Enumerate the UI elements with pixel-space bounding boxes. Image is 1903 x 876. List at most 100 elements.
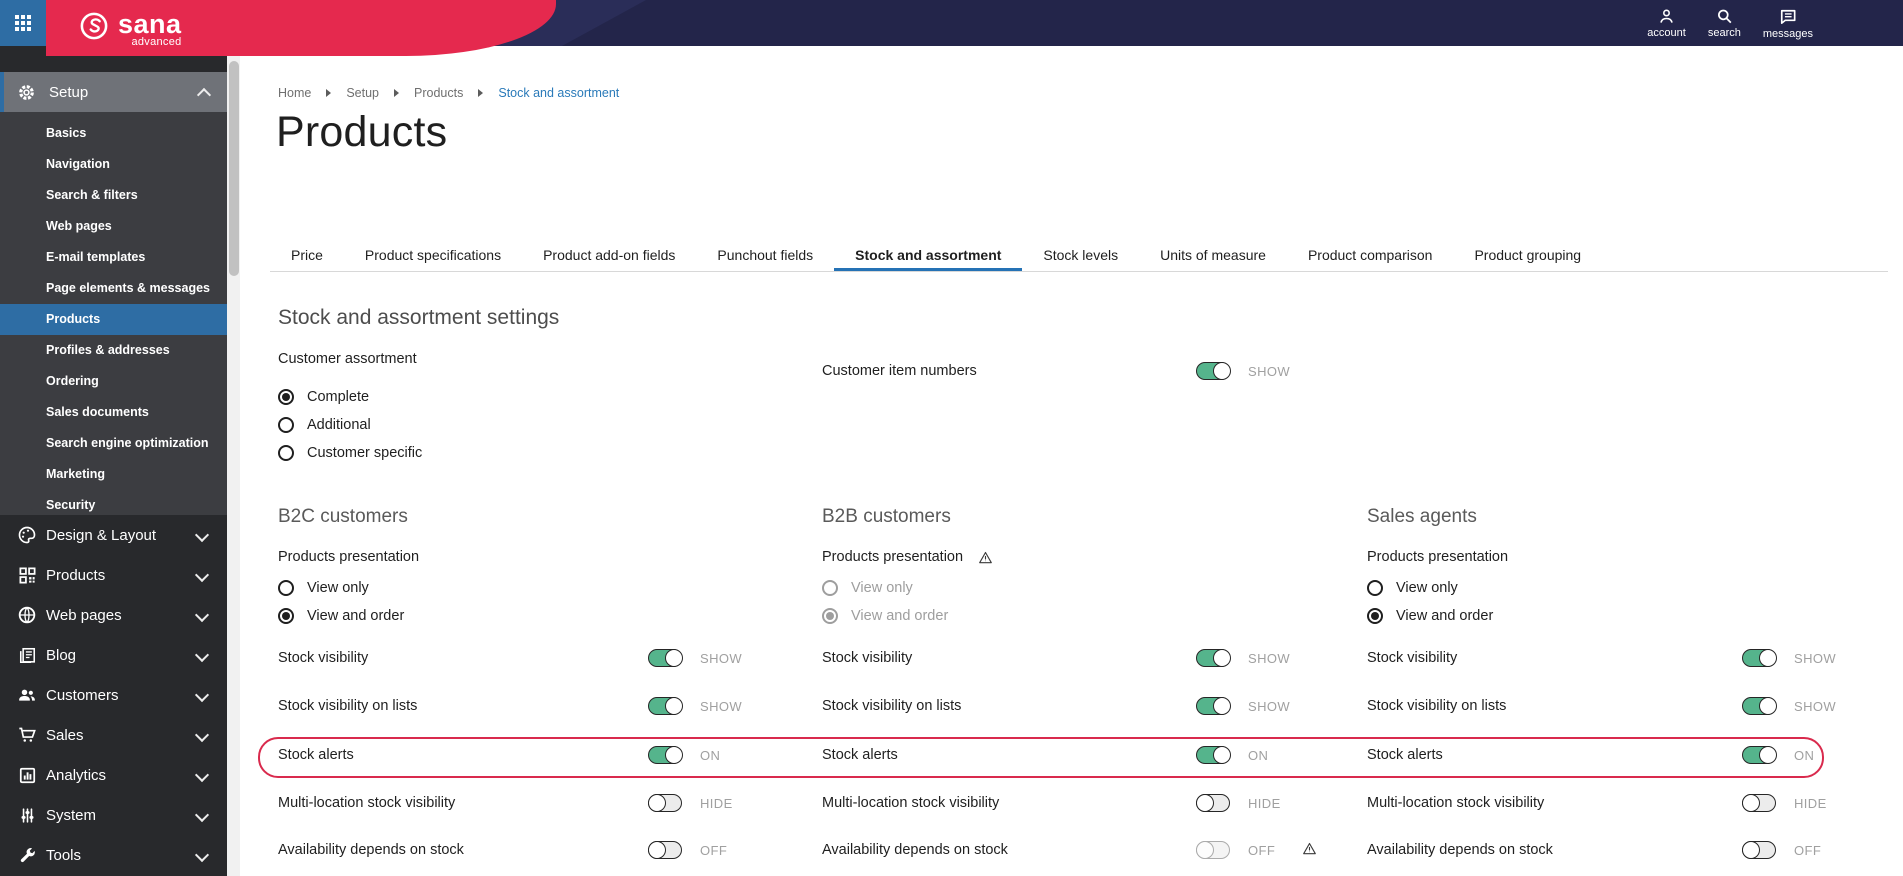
tab-product-grouping[interactable]: Product grouping bbox=[1453, 242, 1602, 271]
tab-product-comparison[interactable]: Product comparison bbox=[1287, 242, 1454, 271]
sidebar-item-page-elements[interactable]: Page elements & messages bbox=[0, 273, 227, 304]
sa-multi-location-toggle[interactable] bbox=[1741, 793, 1776, 812]
b2c-stock-visibility-lists-toggle[interactable] bbox=[648, 696, 683, 715]
radio-selected-icon[interactable] bbox=[1367, 608, 1383, 624]
sidebar-item-system[interactable]: System bbox=[0, 795, 227, 835]
b2c-stock-visibility-toggle[interactable] bbox=[648, 648, 683, 667]
tab-price[interactable]: Price bbox=[270, 242, 344, 271]
sidebar-item-setup[interactable]: Setup bbox=[0, 72, 227, 112]
tab-units-of-measure[interactable]: Units of measure bbox=[1139, 242, 1287, 271]
messages-button[interactable]: messages bbox=[1763, 7, 1813, 40]
radio-selected-icon[interactable] bbox=[278, 389, 294, 405]
b2b-stock-visibility-toggle[interactable] bbox=[1196, 648, 1231, 667]
radio-customer-specific[interactable]: Customer specific bbox=[278, 439, 422, 467]
sidebar-item-ordering[interactable]: Ordering bbox=[0, 366, 227, 397]
sa-stock-alerts-toggle[interactable] bbox=[1742, 745, 1777, 764]
sa-radio-view-only[interactable]: View only bbox=[1367, 574, 1458, 602]
breadcrumb-current[interactable]: Stock and assortment bbox=[498, 86, 619, 100]
sa-stock-alerts-row: Stock alerts ON bbox=[1367, 745, 1815, 764]
sa-radio-view-and-order[interactable]: View and order bbox=[1367, 602, 1493, 630]
sidebar-item-blog[interactable]: Blog bbox=[0, 635, 227, 675]
tab-stock-levels[interactable]: Stock levels bbox=[1022, 242, 1139, 271]
radio-selected-icon[interactable] bbox=[278, 608, 294, 624]
b2c-radio-view-and-order[interactable]: View and order bbox=[278, 602, 404, 630]
customer-assortment-label: Customer assortment bbox=[278, 351, 417, 367]
search-button[interactable]: search bbox=[1708, 7, 1741, 39]
breadcrumb-setup[interactable]: Setup bbox=[346, 86, 379, 100]
b2c-radio-view-only[interactable]: View only bbox=[278, 574, 369, 602]
radio-complete[interactable]: Complete bbox=[278, 383, 369, 411]
breadcrumb-products[interactable]: Products bbox=[414, 86, 463, 100]
sidebar-item-navigation[interactable]: Navigation bbox=[0, 149, 227, 180]
b2b-multi-location-toggle[interactable] bbox=[1195, 793, 1230, 812]
tab-punchout-fields[interactable]: Punchout fields bbox=[696, 242, 834, 271]
radio-icon[interactable] bbox=[278, 580, 294, 596]
system-sliders-icon bbox=[17, 806, 37, 825]
b2c-stock-visibility-row: Stock visibility SHOW bbox=[278, 648, 743, 667]
radio-icon[interactable] bbox=[1367, 580, 1383, 596]
b2b-multi-location-row: Multi-location stock visibility HIDE bbox=[822, 793, 1281, 812]
radio-additional[interactable]: Additional bbox=[278, 411, 371, 439]
breadcrumb-home[interactable]: Home bbox=[278, 86, 311, 100]
tab-product-addon-fields[interactable]: Product add-on fields bbox=[522, 242, 696, 271]
sidebar-item-products-active[interactable]: Products bbox=[0, 304, 227, 335]
sidebar-item-marketing[interactable]: Marketing bbox=[0, 459, 227, 490]
cart-icon bbox=[17, 725, 37, 745]
chevron-down-icon bbox=[194, 767, 210, 783]
b2b-stock-visibility-lists-toggle[interactable] bbox=[1196, 696, 1231, 715]
chevron-up-icon bbox=[196, 87, 212, 102]
b2c-availability-toggle[interactable] bbox=[647, 840, 682, 859]
sidebar-scrollbar[interactable] bbox=[227, 46, 240, 876]
b2c-availability-row: Availability depends on stock OFF bbox=[278, 840, 728, 859]
account-button[interactable]: account bbox=[1647, 7, 1686, 39]
sidebar-item-web-pages[interactable]: Web pages bbox=[0, 211, 227, 242]
tab-stock-and-assortment-active[interactable]: Stock and assortment bbox=[834, 242, 1023, 271]
column-heading-b2c: B2C customers bbox=[278, 506, 408, 527]
sidebar-item-sales-documents[interactable]: Sales documents bbox=[0, 397, 227, 428]
sidebar-item-design-layout[interactable]: Design & Layout bbox=[0, 515, 227, 555]
b2b-radio-view-and-order[interactable]: View and order bbox=[822, 602, 948, 630]
radio-icon[interactable] bbox=[822, 580, 838, 596]
b2c-multi-location-toggle[interactable] bbox=[647, 793, 682, 812]
b2c-stock-visibility-lists-row: Stock visibility on lists SHOW bbox=[278, 696, 743, 715]
scrollbar-thumb[interactable] bbox=[228, 61, 239, 276]
sidebar-item-sales[interactable]: Sales bbox=[0, 715, 227, 755]
sa-stock-visibility-toggle[interactable] bbox=[1742, 648, 1777, 667]
sidebar-item-search-filters[interactable]: Search & filters bbox=[0, 180, 227, 211]
customer-item-numbers-label: Customer item numbers bbox=[822, 363, 977, 379]
radio-selected-icon[interactable] bbox=[822, 608, 838, 624]
customers-people-icon bbox=[17, 685, 37, 705]
sidebar-item-tools[interactable]: Tools bbox=[0, 835, 227, 875]
sa-availability-toggle[interactable] bbox=[1741, 840, 1776, 859]
sidebar-item-products-section[interactable]: Products bbox=[0, 555, 227, 595]
account-icon bbox=[1657, 7, 1676, 26]
customer-item-numbers-toggle[interactable] bbox=[1196, 361, 1231, 380]
tab-product-specifications[interactable]: Product specifications bbox=[344, 242, 522, 271]
sidebar-item-basics[interactable]: Basics bbox=[0, 118, 227, 149]
b2b-availability-toggle-disabled[interactable] bbox=[1195, 840, 1230, 859]
sidebar-item-profiles-addresses[interactable]: Profiles & addresses bbox=[0, 335, 227, 366]
chevron-down-icon bbox=[194, 807, 210, 823]
b2b-radio-view-only[interactable]: View only bbox=[822, 574, 913, 602]
chevron-down-icon bbox=[194, 607, 210, 623]
sidebar-item-analytics[interactable]: Analytics bbox=[0, 755, 227, 795]
sidebar-item-web-pages-section[interactable]: Web pages bbox=[0, 595, 227, 635]
apps-grid-button[interactable] bbox=[0, 0, 46, 46]
b2c-stock-alerts-toggle[interactable] bbox=[648, 745, 683, 764]
sidebar-item-email-templates[interactable]: E-mail templates bbox=[0, 242, 227, 273]
globe-icon bbox=[17, 605, 37, 625]
breadcrumb-separator-icon bbox=[394, 89, 400, 97]
b2c-products-presentation-label-row: Products presentation bbox=[278, 549, 420, 565]
sana-logo[interactable]: sana advanced bbox=[46, 0, 556, 56]
sa-stock-visibility-lists-toggle[interactable] bbox=[1742, 696, 1777, 715]
radio-icon[interactable] bbox=[278, 445, 294, 461]
sa-availability-row: Availability depends on stock OFF bbox=[1367, 840, 1822, 859]
chevron-down-icon bbox=[194, 567, 210, 583]
warning-icon bbox=[1302, 841, 1317, 856]
radio-icon[interactable] bbox=[278, 417, 294, 433]
sidebar-item-customers[interactable]: Customers bbox=[0, 675, 227, 715]
b2c-multi-location-row: Multi-location stock visibility HIDE bbox=[278, 793, 733, 812]
main-content: Home Setup Products Stock and assortment… bbox=[240, 46, 1903, 876]
b2b-stock-alerts-toggle[interactable] bbox=[1196, 745, 1231, 764]
sidebar-item-seo[interactable]: Search engine optimization bbox=[0, 428, 227, 459]
